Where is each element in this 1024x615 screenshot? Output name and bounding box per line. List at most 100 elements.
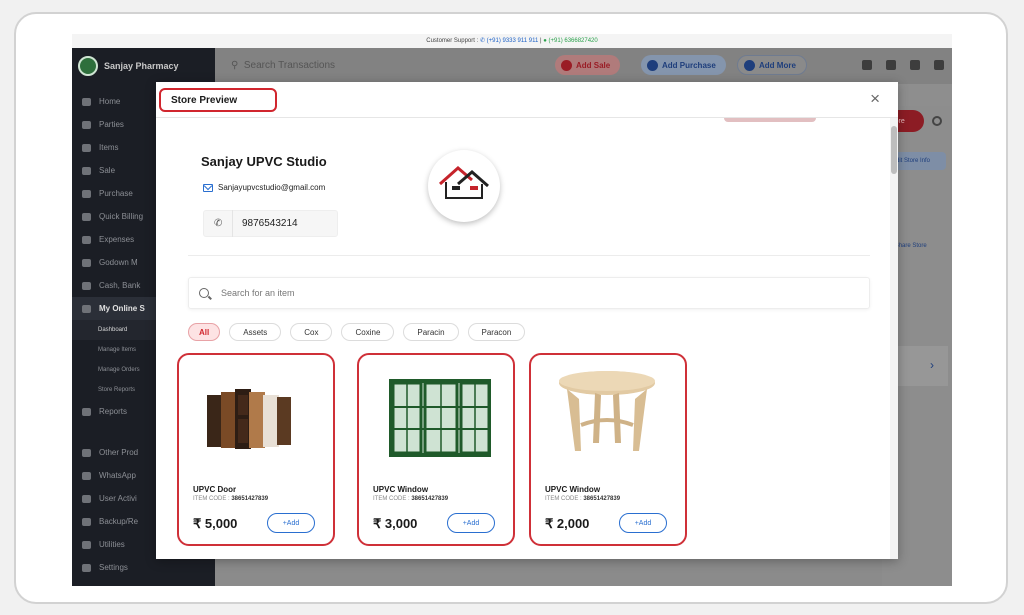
product-card[interactable]: UPVC Door ITEM CODE : 38651427839 ₹ 5,00…: [177, 353, 335, 546]
product-image-door: [207, 389, 291, 449]
sidebar-item-label: Sale: [99, 166, 116, 175]
share-store-label: Share Store: [894, 243, 927, 249]
support-whatsapp[interactable]: (+91) 6366827420: [549, 38, 598, 44]
add-purchase-button[interactable]: Add Purchase: [641, 55, 726, 75]
home-icon: [82, 97, 91, 106]
store-email: Sanjayupvcstudio@gmail.com: [218, 183, 326, 192]
sidebar-item-label: Utilities: [99, 540, 125, 549]
share-icon[interactable]: [862, 60, 872, 70]
category-chip-cox[interactable]: Cox: [290, 323, 333, 341]
sidebar-item-label: My Online S: [99, 304, 145, 313]
items-icon: [82, 143, 91, 152]
product-price: ₹ 5,000: [193, 516, 238, 531]
transactions-search[interactable]: ⚲ Search Transactions: [231, 60, 335, 71]
expenses-icon: [82, 235, 91, 244]
sidebar-item-label: Settings: [99, 563, 128, 572]
add-purchase-label: Add Purchase: [662, 60, 716, 70]
product-name: UPVC Window: [545, 485, 601, 494]
add-sale-button[interactable]: Add Sale: [555, 55, 621, 75]
screenshot-frame: Customer Support : ✆ (+91) 9333 911 911 …: [14, 12, 1008, 604]
product-card[interactable]: UPVC Window ITEM CODE : 38651427839 ₹ 3,…: [357, 353, 515, 546]
product-code-value: 38651427839: [411, 496, 449, 502]
sidebar-item-label: Parties: [99, 120, 124, 129]
mail-icon: [203, 183, 213, 192]
store-phone: 9876543214: [242, 218, 298, 229]
sidebar-item-label: Godown M: [99, 258, 138, 267]
item-search-box[interactable]: [188, 277, 870, 309]
product-code: ITEM CODE : 38651427839: [545, 496, 620, 502]
add-more-button[interactable]: Add More: [737, 55, 807, 75]
category-chip-paracon[interactable]: Paracon: [467, 323, 526, 341]
support-label: Customer Support :: [426, 38, 479, 44]
product-code-value: 38651427839: [231, 496, 269, 502]
sidebar-item-label: Items: [99, 143, 119, 152]
products-icon: [82, 448, 91, 457]
customer-support-bar: Customer Support : ✆ (+91) 9333 911 911 …: [72, 34, 952, 48]
sidebar-item-label: Purchase: [99, 189, 133, 198]
activity-icon: [82, 494, 91, 503]
plus-icon: [647, 59, 658, 71]
chevron-right-icon: ›: [930, 358, 934, 372]
product-code: ITEM CODE : 38651427839: [373, 496, 448, 502]
item-search-input[interactable]: [221, 288, 621, 298]
category-chip-assets[interactable]: Assets: [229, 323, 282, 341]
search-icon: [199, 288, 209, 298]
sidebar-item-label: Home: [99, 97, 121, 106]
add-to-cart-button[interactable]: +Add: [447, 513, 495, 533]
printer-icon[interactable]: [934, 60, 944, 70]
plus-icon: [744, 59, 755, 71]
store-phone-box: ✆ 9876543214: [203, 210, 338, 237]
store-icon: [82, 304, 91, 313]
chart-icon: [82, 407, 91, 416]
gear-icon[interactable]: [910, 60, 920, 70]
scrollbar-thumb[interactable]: [891, 126, 897, 174]
add-more-label: Add More: [759, 60, 796, 70]
add-to-cart-button[interactable]: +Add: [267, 513, 315, 533]
product-code-label: ITEM CODE :: [193, 496, 230, 502]
product-image-window: [389, 379, 491, 457]
support-phone[interactable]: (+91) 9333 911 911: [487, 38, 539, 44]
store-logo: [428, 150, 500, 222]
whatsapp-icon: ●: [543, 38, 547, 44]
sidebar-item-label: Expenses: [99, 235, 135, 244]
product-image-table: [559, 371, 655, 451]
scrollbar-track[interactable]: [890, 118, 898, 559]
product-price: ₹ 2,000: [545, 516, 590, 531]
category-chip-all[interactable]: All: [188, 323, 221, 341]
sidebar-item-label: WhatsApp: [99, 471, 136, 480]
background-button-peek: [724, 118, 816, 122]
phone-divider: [232, 210, 233, 237]
category-chip-coxine[interactable]: Coxine: [341, 323, 395, 341]
category-chip-paracin[interactable]: Paracin: [403, 323, 459, 341]
header-divider: [188, 255, 870, 256]
gear-icon: [82, 563, 91, 572]
sidebar-item-label: User Activi: [99, 494, 137, 503]
sidebar-item-settings[interactable]: Settings: [72, 556, 215, 579]
product-code-value: 38651427839: [583, 496, 621, 502]
store-preview-modal: Store Preview × Sanjay UPVC Studio Sanja…: [156, 82, 898, 559]
plus-icon: [561, 59, 572, 71]
bolt-icon: [82, 212, 91, 221]
sidebar-item-label: Other Prod: [99, 448, 139, 457]
business-logo: [78, 56, 98, 76]
sidebar-item-label: Backup/Re: [99, 517, 139, 526]
app-window: Customer Support : ✆ (+91) 9333 911 911 …: [72, 34, 952, 586]
support-separator: |: [539, 38, 542, 44]
store-name: Sanjay UPVC Studio: [201, 154, 327, 169]
bank-icon: [82, 281, 91, 290]
sale-icon: [82, 166, 91, 175]
business-switcher[interactable]: Sanjay Pharmacy: [78, 56, 179, 76]
product-name: UPVC Door: [193, 485, 237, 494]
top-bar: ⚲ Search Transactions Add Sale Add Purch…: [215, 48, 952, 84]
product-price: ₹ 3,000: [373, 516, 418, 531]
add-to-cart-button[interactable]: +Add: [619, 513, 667, 533]
add-sale-label: Add Sale: [576, 60, 611, 70]
modal-title: Store Preview: [159, 88, 277, 112]
settings-gear-icon[interactable]: [932, 116, 942, 126]
business-name: Sanjay Pharmacy: [104, 61, 179, 71]
transactions-search-placeholder: Search Transactions: [243, 60, 336, 71]
sidebar-item-label: Cash, Bank: [99, 281, 141, 290]
bell-icon[interactable]: [886, 60, 896, 70]
product-card[interactable]: UPVC Window ITEM CODE : 38651427839 ₹ 2,…: [529, 353, 687, 546]
close-icon[interactable]: ×: [870, 90, 880, 107]
